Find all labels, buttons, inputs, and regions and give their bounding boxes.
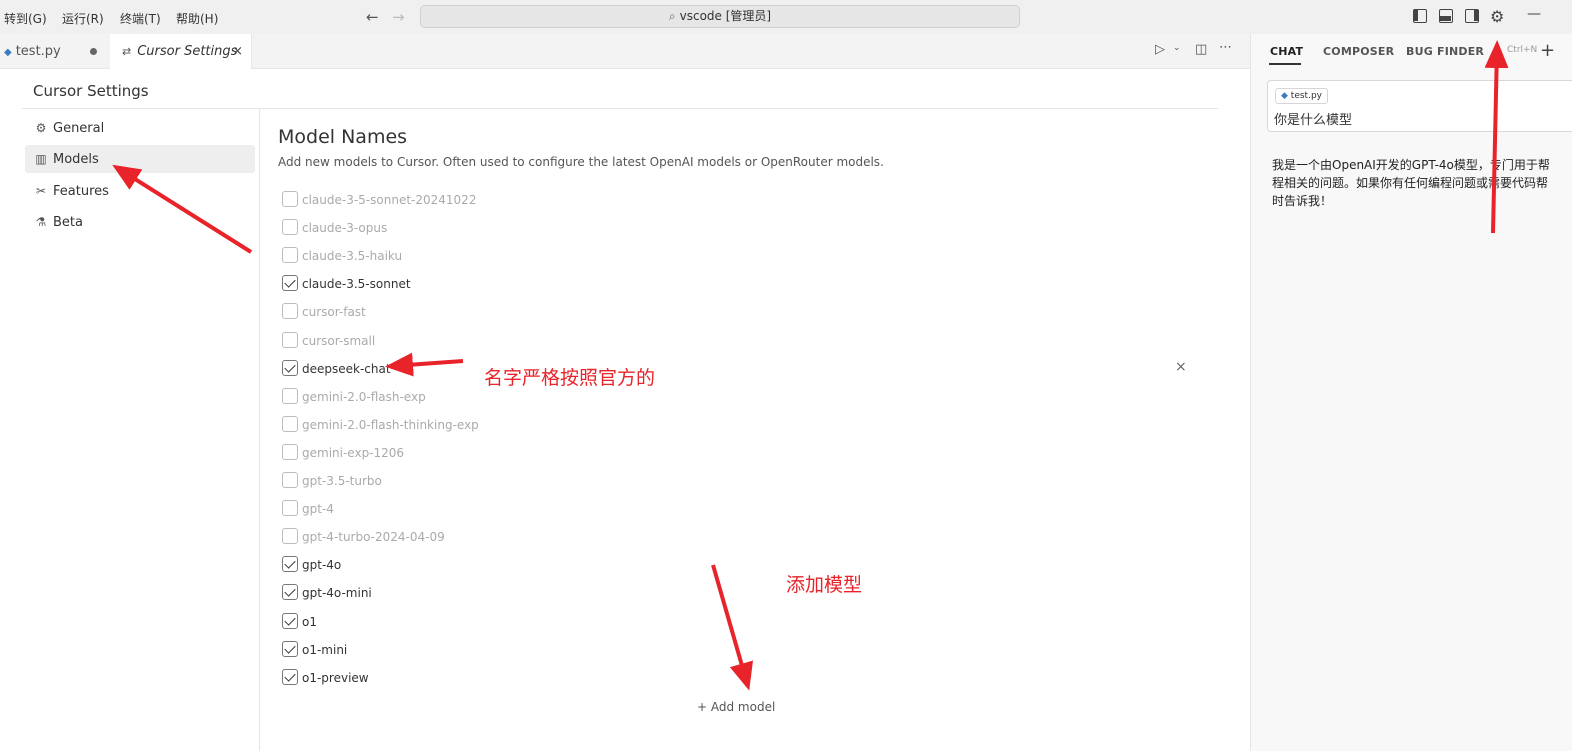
arrow-to-settings-gear	[1484, 40, 1509, 234]
annotation-arrows	[112, 40, 1509, 691]
arrow-to-add-model	[711, 564, 753, 691]
arrow-to-models	[112, 164, 253, 254]
arrow-to-deepseek	[385, 352, 464, 377]
